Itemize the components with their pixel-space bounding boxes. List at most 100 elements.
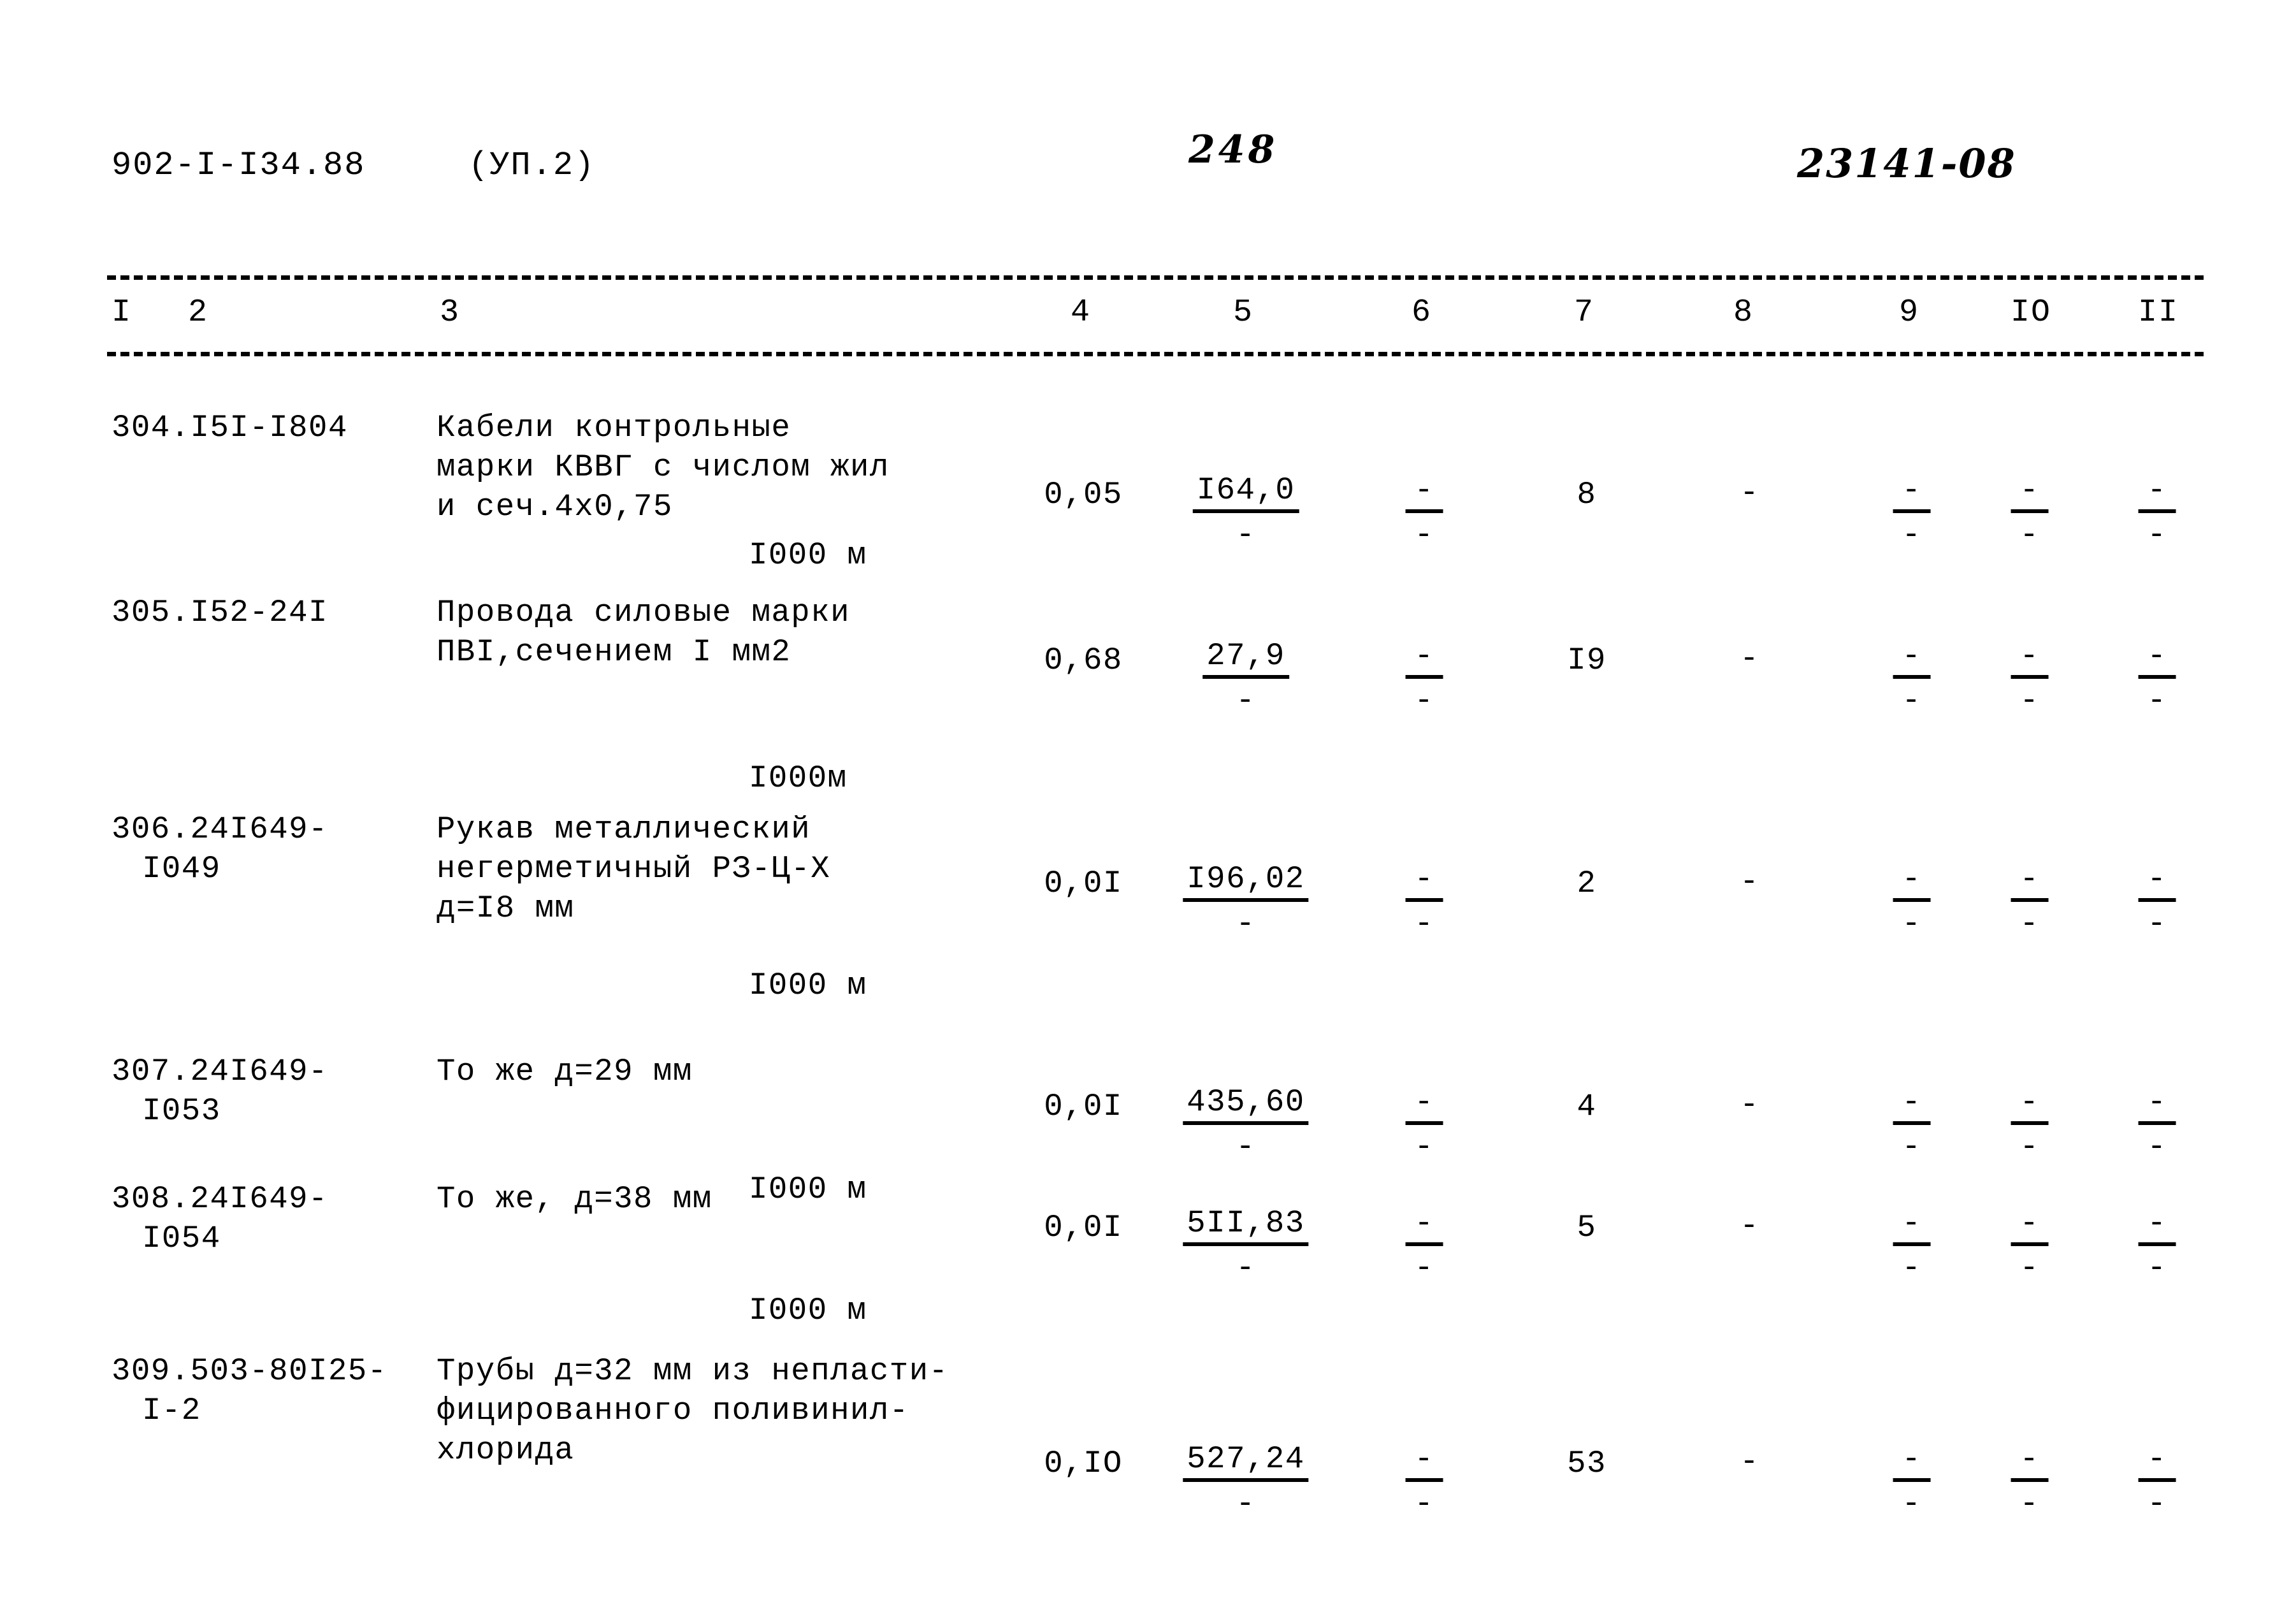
row-col8-value: - xyxy=(1740,1208,1759,1244)
row-col7-value: 53 xyxy=(1567,1446,1606,1481)
row-code-line1: 306.24I649- xyxy=(112,811,328,847)
row-col10-fraction: -- xyxy=(2011,1441,2049,1525)
row-col9-fraction-numerator: - xyxy=(1893,472,1931,513)
row-description: Кабели контрольные марки КВВГ с числом ж… xyxy=(437,410,890,525)
row-col5-fraction-denominator: - xyxy=(1236,683,1256,718)
row-col7-value: 5 xyxy=(1577,1210,1597,1245)
row-description: То же д=29 мм xyxy=(437,1054,693,1089)
column-header-6: 6 xyxy=(1412,294,1433,331)
row-col5-fraction-denominator: - xyxy=(1236,517,1256,553)
row-col11-fraction-numerator: - xyxy=(2138,1084,2176,1125)
row-col7-value: 8 xyxy=(1577,477,1597,512)
row-code: 305.I52-24I xyxy=(112,593,328,632)
row-col9-fraction-denominator: - xyxy=(1902,906,1922,941)
row-col9-fraction-denominator: - xyxy=(1902,683,1922,718)
column-header-3: 3 xyxy=(440,294,461,331)
row-col5-fraction-denominator: - xyxy=(1236,1250,1256,1286)
row-col9-fraction-numerator: - xyxy=(1893,638,1931,679)
row-col11-fraction: -- xyxy=(2138,1084,2176,1168)
row-col11-fraction-numerator: - xyxy=(2138,1441,2176,1482)
row-col9-fraction: -- xyxy=(1893,1205,1931,1289)
row-col5-fraction-numerator: I96,02 xyxy=(1183,861,1309,902)
row-col10-fraction: -- xyxy=(2011,638,2049,722)
row-col11-fraction-denominator: - xyxy=(2147,1250,2167,1286)
row-col10-fraction-numerator: - xyxy=(2011,472,2049,513)
row-col11-fraction: -- xyxy=(2138,472,2176,556)
row-col11-fraction-numerator: - xyxy=(2138,1205,2176,1246)
row-col5-fraction-numerator: 435,60 xyxy=(1183,1084,1309,1125)
row-col8-value: - xyxy=(1740,475,1759,511)
column-header-5: 5 xyxy=(1233,294,1254,331)
row-col4-value: 0,05 xyxy=(1044,477,1123,512)
row-col9-fraction: -- xyxy=(1893,638,1931,722)
row-col5-fraction: I96,02 - xyxy=(1183,861,1309,945)
table-rule-bottom xyxy=(107,352,2204,356)
row-col5-fraction: I64,0 - xyxy=(1192,472,1299,556)
row-col11-fraction-denominator: - xyxy=(2147,1486,2167,1521)
row-col6-fraction: -- xyxy=(1405,861,1443,945)
row-col5-fraction: 527,24 - xyxy=(1183,1441,1309,1525)
row-col4-value: 0,0I xyxy=(1044,866,1123,901)
column-header-9: 9 xyxy=(1899,294,1920,331)
row-col11-fraction: -- xyxy=(2138,1205,2176,1289)
row-code: 307.24I649- I053 xyxy=(112,1052,328,1131)
row-col5-fraction: 435,60 - xyxy=(1183,1084,1309,1168)
row-col7-value: I9 xyxy=(1567,643,1606,678)
row-unit: I000 м xyxy=(749,1293,867,1328)
column-header-8: 8 xyxy=(1733,294,1754,331)
row-col6-fraction-denominator: - xyxy=(1414,517,1434,553)
row-code: 308.24I649- I054 xyxy=(112,1179,328,1258)
row-code-line1: 304.I5I-I804 xyxy=(112,410,348,446)
row-col8-value: - xyxy=(1740,864,1759,899)
row-col11-fraction-numerator: - xyxy=(2138,861,2176,902)
row-col11-fraction: -- xyxy=(2138,861,2176,945)
row-col10-fraction-numerator: - xyxy=(2011,1084,2049,1125)
row-col6-fraction-denominator: - xyxy=(1414,1129,1434,1165)
row-col9-fraction-denominator: - xyxy=(1902,1486,1922,1521)
row-col11-fraction: -- xyxy=(2138,1441,2176,1525)
row-col5-fraction-denominator: - xyxy=(1236,1486,1256,1521)
row-unit: I000 м xyxy=(749,537,867,573)
row-col6-fraction-denominator: - xyxy=(1414,906,1434,941)
row-col8-value: - xyxy=(1740,641,1759,676)
row-col5-fraction-denominator: - xyxy=(1236,906,1256,941)
row-col6-fraction-denominator: - xyxy=(1414,1486,1434,1521)
row-code-line1: 308.24I649- xyxy=(112,1181,328,1217)
row-col4-value: 0,0I xyxy=(1044,1089,1123,1124)
row-col11-fraction: -- xyxy=(2138,638,2176,722)
row-col4-value: 0,68 xyxy=(1044,643,1123,678)
page-header: 902-I-I34.88 (УП.2) 248 23141-08 xyxy=(0,127,2296,204)
row-col5-fraction-numerator: 5II,83 xyxy=(1183,1205,1309,1246)
row-description: Провода силовые марки ПВI,сечением I мм2 xyxy=(437,595,851,670)
row-col6-fraction: -- xyxy=(1405,638,1443,722)
row-col6-fraction-numerator: - xyxy=(1405,472,1443,513)
row-col9-fraction-denominator: - xyxy=(1902,1250,1922,1286)
row-col9-fraction-numerator: - xyxy=(1893,1441,1931,1482)
row-col9-fraction-numerator: - xyxy=(1893,861,1931,902)
row-col8-value: - xyxy=(1740,1444,1759,1479)
row-code-line1: 307.24I649- xyxy=(112,1054,328,1089)
row-col11-fraction-numerator: - xyxy=(2138,472,2176,513)
row-unit: I000 м xyxy=(749,1172,867,1207)
row-col7-value: 2 xyxy=(1577,866,1597,901)
page-number: 248 xyxy=(1188,127,1278,172)
row-col6-fraction: -- xyxy=(1405,1205,1443,1289)
row-col11-fraction-denominator: - xyxy=(2147,683,2167,718)
column-header-7: 7 xyxy=(1574,294,1595,331)
column-header-11: II xyxy=(2138,294,2179,331)
row-code-line2: I053 xyxy=(142,1093,221,1129)
row-col9-fraction: -- xyxy=(1893,1441,1931,1525)
column-header-2: 2 xyxy=(188,294,209,331)
row-col10-fraction-numerator: - xyxy=(2011,1441,2049,1482)
row-code-line1: 305.I52-24I xyxy=(112,595,328,630)
row-code: 306.24I649- I049 xyxy=(112,810,328,889)
row-description: То же, д=38 мм xyxy=(437,1181,712,1217)
row-col6-fraction: -- xyxy=(1405,1084,1443,1168)
row-code-line1: 309.503-80I25- xyxy=(112,1353,387,1389)
row-col10-fraction-numerator: - xyxy=(2011,638,2049,679)
row-col5-fraction-denominator: - xyxy=(1236,1129,1256,1165)
row-col10-fraction-denominator: - xyxy=(2019,1129,2040,1165)
row-col11-fraction-denominator: - xyxy=(2147,1129,2167,1165)
row-col10-fraction-denominator: - xyxy=(2019,683,2040,718)
row-code: 304.I5I-I804 xyxy=(112,408,348,447)
